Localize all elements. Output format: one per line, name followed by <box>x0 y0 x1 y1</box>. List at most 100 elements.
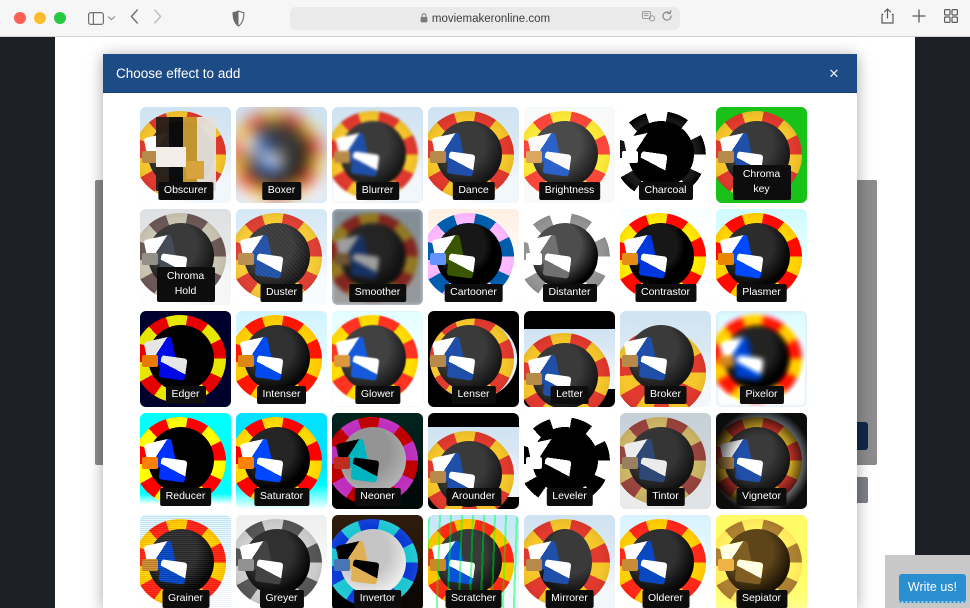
effect-label: Lenser <box>451 386 496 404</box>
effect-tile[interactable]: Scratcher <box>428 515 519 608</box>
effect-tile[interactable]: Sepiator <box>716 515 807 608</box>
write-us-widget: Write us! <box>885 555 970 608</box>
effect-label: Broker <box>644 386 687 404</box>
effect-label: Blurrer <box>355 182 400 200</box>
effect-label: Sepiator <box>735 590 788 608</box>
effect-tile[interactable]: Dance <box>428 107 519 203</box>
effect-label: Charcoal <box>638 182 693 200</box>
effect-label: Cartooner <box>444 284 503 302</box>
effect-label: Neoner <box>354 488 401 506</box>
effect-grid: Obscurer Boxer Blurrer Dance Brightness Charc… <box>103 107 857 608</box>
effect-tile[interactable]: Lenser <box>428 311 519 407</box>
effect-label: Distanter <box>542 284 597 302</box>
effect-label: Pixelor <box>739 386 784 404</box>
effect-tile[interactable]: Intenser <box>236 311 327 407</box>
effect-label: Intenser <box>256 386 307 404</box>
effect-tile[interactable]: Reducer <box>140 413 231 509</box>
effect-tile[interactable]: Obscurer <box>140 107 231 203</box>
dialog-body: Obscurer Boxer Blurrer Dance Brightness Charc… <box>103 93 857 608</box>
sidebar-icon <box>88 11 104 25</box>
effect-tile[interactable]: Invertor <box>332 515 423 608</box>
effect-label: Plasmer <box>736 284 787 302</box>
effect-label: Vignetor <box>736 488 787 506</box>
page-settings-icon[interactable] <box>642 10 656 25</box>
effect-label: Smoother <box>348 284 407 302</box>
effect-tile[interactable]: Mirrorer <box>524 515 615 608</box>
effect-tile[interactable]: Cartooner <box>428 209 519 305</box>
close-icon[interactable]: ✕ <box>825 64 843 82</box>
effect-label: Invertor <box>353 590 402 608</box>
effect-tile[interactable]: Duster <box>236 209 327 305</box>
effect-label: Letter <box>550 386 589 404</box>
effect-label: Brightness <box>538 182 601 200</box>
new-tab-button[interactable] <box>912 9 926 28</box>
effect-tile[interactable]: Chroma key <box>716 107 807 203</box>
effect-tile[interactable]: Blurrer <box>332 107 423 203</box>
effect-tile[interactable]: Contrastor <box>620 209 711 305</box>
effect-label: Chroma Hold <box>156 267 215 302</box>
effect-label: Reducer <box>159 488 212 506</box>
effect-label: Dance <box>452 182 495 200</box>
effect-label: Obscurer <box>157 182 214 200</box>
address-bar[interactable]: moviemakeronline.com <box>290 7 680 30</box>
privacy-shield-icon[interactable] <box>232 9 245 27</box>
reload-icon[interactable] <box>661 10 673 25</box>
effect-tile[interactable]: Chroma Hold <box>140 209 231 305</box>
tab-overview-button[interactable] <box>944 9 959 28</box>
effect-preview-image <box>428 427 519 509</box>
effect-preview-image <box>524 329 615 407</box>
effect-label: Scratcher <box>445 590 502 608</box>
effect-label: Contrastor <box>634 284 697 302</box>
effect-tile[interactable]: Smoother <box>332 209 423 305</box>
effect-label: Glower <box>354 386 401 404</box>
dialog-header: Choose effect to add ✕ <box>103 54 857 93</box>
write-us-button[interactable]: Write us! <box>898 574 966 603</box>
zoom-window-button[interactable] <box>54 12 66 24</box>
browser-toolbar: moviemakeronline.com <box>0 0 970 37</box>
effect-label: Olderer <box>641 590 690 608</box>
effect-label: Boxer <box>261 182 302 200</box>
effect-label: Mirrorer <box>545 590 594 608</box>
effect-tile[interactable]: Saturator <box>236 413 327 509</box>
effect-tile[interactable]: Distanter <box>524 209 615 305</box>
effect-tile[interactable]: Neoner <box>332 413 423 509</box>
effect-tile[interactable]: Leveler <box>524 413 615 509</box>
effect-label: Leveler <box>546 488 593 506</box>
effect-label: Duster <box>260 284 303 302</box>
dialog-title: Choose effect to add <box>116 65 241 81</box>
share-icon[interactable] <box>881 8 894 29</box>
close-window-button[interactable] <box>14 12 26 24</box>
screen: moviemakeronline.com Write us! Choose ef… <box>0 0 970 608</box>
back-button[interactable] <box>130 9 139 27</box>
effect-tile[interactable]: Charcoal <box>620 107 711 203</box>
effect-label: Arounder <box>445 488 502 506</box>
effect-tile[interactable]: Brightness <box>524 107 615 203</box>
effect-tile[interactable]: Grainer <box>140 515 231 608</box>
effect-label: Greyer <box>259 590 304 608</box>
effect-tile[interactable]: Letter <box>524 311 615 407</box>
choose-effect-dialog: Choose effect to add ✕ Obscurer Boxer Blur… <box>103 54 857 608</box>
effect-label: Edger <box>165 386 206 404</box>
sidebar-toggle-button[interactable] <box>88 11 116 25</box>
effect-tile[interactable]: Pixelor <box>716 311 807 407</box>
effect-tile[interactable]: Tintor <box>620 413 711 509</box>
effect-label: Saturator <box>253 488 310 506</box>
forward-button[interactable] <box>153 9 162 27</box>
minimize-window-button[interactable] <box>34 12 46 24</box>
effect-tile[interactable]: Boxer <box>236 107 327 203</box>
effect-tile[interactable]: Glower <box>332 311 423 407</box>
address-bar-url: moviemakeronline.com <box>431 12 551 25</box>
chevron-down-icon <box>107 15 116 21</box>
window-traffic-lights[interactable] <box>14 12 66 24</box>
effect-tile[interactable]: Greyer <box>236 515 327 608</box>
effect-tile[interactable]: Olderer <box>620 515 711 608</box>
effect-tile[interactable]: Broker <box>620 311 711 407</box>
effect-tile[interactable]: Arounder <box>428 413 519 509</box>
effect-label: Chroma key <box>732 165 791 200</box>
effect-tile[interactable]: Vignetor <box>716 413 807 509</box>
effect-tile[interactable]: Plasmer <box>716 209 807 305</box>
effect-tile[interactable]: Edger <box>140 311 231 407</box>
effect-label: Tintor <box>646 488 685 506</box>
effect-label: Grainer <box>161 590 210 608</box>
lock-icon <box>420 12 428 25</box>
